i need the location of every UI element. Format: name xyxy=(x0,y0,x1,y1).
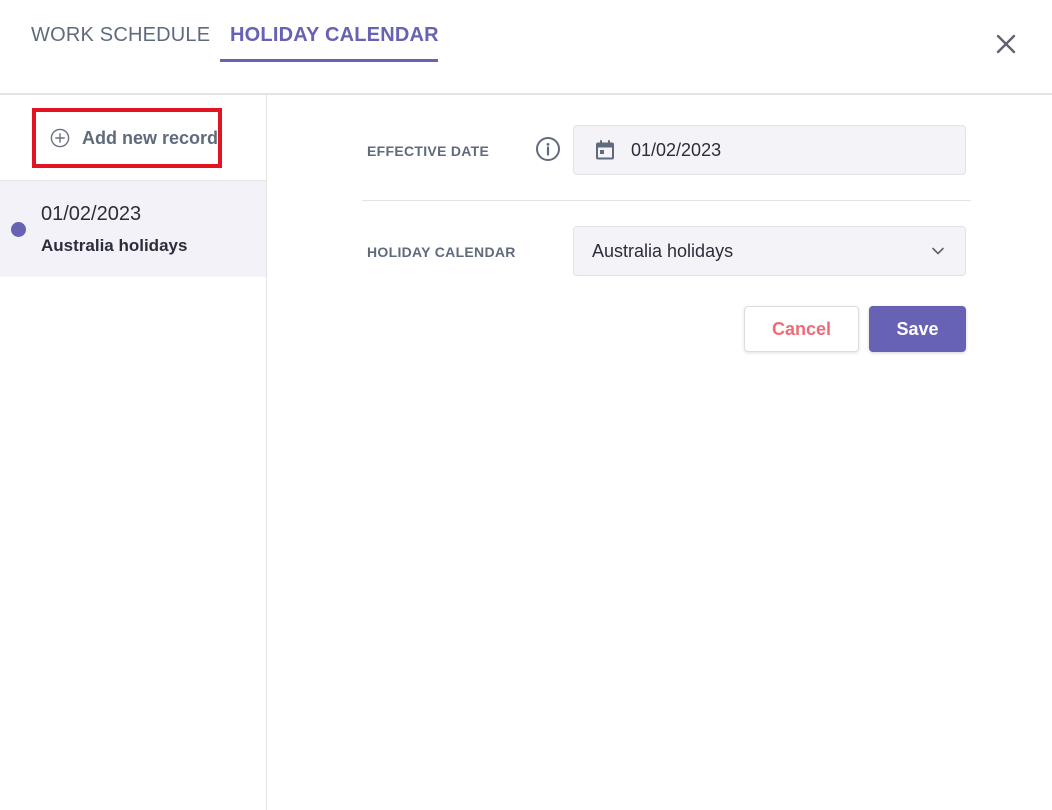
info-icon[interactable] xyxy=(535,136,561,162)
holiday-calendar-select[interactable]: Australia holidays xyxy=(573,226,966,276)
close-icon xyxy=(996,34,1016,54)
header-bar: WORK SCHEDULE HOLIDAY CALENDAR xyxy=(0,0,1052,95)
effective-date-label: EFFECTIVE DATE xyxy=(367,143,490,159)
record-sidebar: Add new record 01/02/2023 Australia holi… xyxy=(0,95,267,810)
holiday-calendar-value: Australia holidays xyxy=(592,240,734,261)
record-name: Australia holidays xyxy=(41,236,188,255)
effective-date-input[interactable]: 01/02/2023 xyxy=(573,125,966,175)
tab-holiday-calendar[interactable]: HOLIDAY CALENDAR xyxy=(230,24,439,47)
effective-date-value: 01/02/2023 xyxy=(631,139,722,160)
add-record-area: Add new record xyxy=(0,95,266,181)
holiday-calendar-label: HOLIDAY CALENDAR xyxy=(367,244,516,260)
record-list-item[interactable]: 01/02/2023 Australia holidays xyxy=(0,181,266,277)
tab-work-schedule[interactable]: WORK SCHEDULE xyxy=(31,24,210,47)
cancel-button[interactable]: Cancel xyxy=(744,306,859,352)
chevron-down-icon xyxy=(929,242,947,260)
calendar-icon xyxy=(593,138,617,162)
save-button[interactable]: Save xyxy=(869,306,966,352)
selected-record-dot xyxy=(11,222,26,237)
close-button[interactable] xyxy=(994,32,1018,56)
form-divider xyxy=(362,200,971,201)
add-new-record-button[interactable]: Add new record xyxy=(32,108,222,168)
add-new-record-label: Add new record xyxy=(82,127,219,148)
plus-circle-icon xyxy=(50,128,70,148)
active-tab-indicator xyxy=(220,59,438,62)
record-date: 01/02/2023 xyxy=(41,203,142,225)
